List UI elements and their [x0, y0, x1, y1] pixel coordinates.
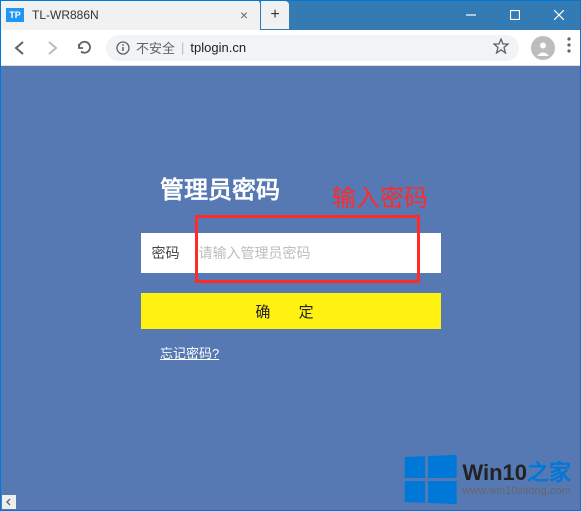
forgot-password-link[interactable]: 忘记密码? — [160, 343, 219, 362]
password-input[interactable] — [191, 233, 441, 273]
kebab-icon — [567, 37, 571, 53]
close-tab-icon[interactable]: × — [236, 7, 252, 23]
reload-icon — [76, 39, 93, 56]
watermark: Win10之家 www.win10xitong.com — [399, 454, 575, 505]
maximize-icon — [510, 10, 520, 20]
forward-button[interactable] — [42, 38, 62, 58]
reload-button[interactable] — [74, 38, 94, 58]
watermark-brand: Win10之家 — [462, 462, 571, 484]
minimize-icon — [466, 10, 476, 20]
page-content: 管理员密码 密码 确 定 忘记密码? 输入密码 Win10之家 www.win1… — [0, 66, 581, 511]
window-titlebar: TP TL-WR886N × + — [0, 0, 581, 30]
login-title: 管理员密码 — [160, 170, 280, 205]
menu-button[interactable] — [567, 37, 571, 58]
star-icon — [493, 38, 509, 54]
maximize-button[interactable] — [493, 0, 537, 30]
watermark-text: Win10之家 www.win10xitong.com — [462, 462, 571, 497]
confirm-button[interactable]: 确 定 — [141, 293, 441, 329]
password-label: 密码 — [141, 243, 191, 263]
arrow-left-icon — [11, 39, 29, 57]
profile-button[interactable] — [531, 36, 555, 60]
password-row: 密码 — [141, 233, 441, 273]
omnibox[interactable]: 不安全 | tplogin.cn — [106, 35, 519, 61]
tab-title: TL-WR886N — [32, 8, 236, 22]
window-controls — [449, 0, 581, 30]
info-icon — [116, 41, 130, 55]
watermark-url: www.win10xitong.com — [462, 486, 571, 497]
close-window-button[interactable] — [537, 0, 581, 30]
favicon-icon: TP — [6, 8, 24, 22]
windows-logo-icon — [405, 455, 457, 504]
new-tab-button[interactable]: + — [261, 1, 289, 29]
user-icon — [534, 39, 552, 57]
address-bar: 不安全 | tplogin.cn — [0, 30, 581, 66]
url-text: tplogin.cn — [190, 40, 246, 55]
close-icon — [554, 10, 564, 20]
arrow-right-icon — [43, 39, 61, 57]
insecure-label: 不安全 — [136, 38, 175, 57]
minimize-button[interactable] — [449, 0, 493, 30]
bookmark-button[interactable] — [493, 38, 509, 57]
omnibox-divider: | — [181, 40, 184, 55]
chevron-left-icon — [5, 498, 13, 506]
browser-tab[interactable]: TP TL-WR886N × — [0, 0, 260, 30]
back-button[interactable] — [10, 38, 30, 58]
login-form: 管理员密码 密码 确 定 忘记密码? — [0, 170, 581, 362]
scroll-left-button[interactable] — [2, 495, 16, 509]
